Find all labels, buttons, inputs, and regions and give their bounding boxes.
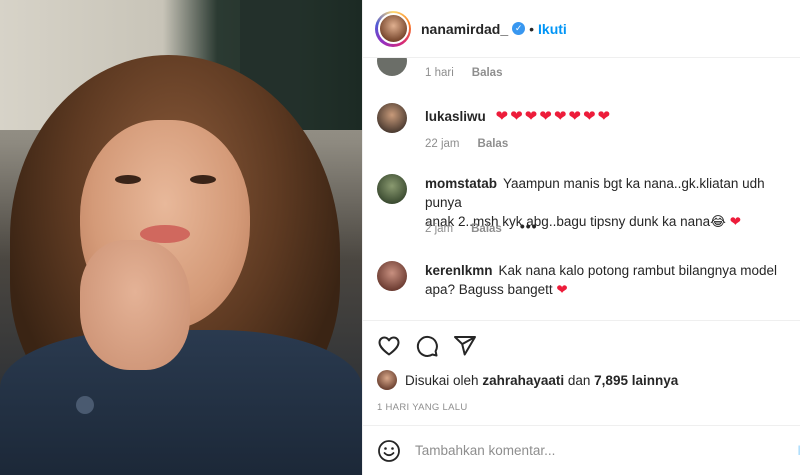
share-send-icon[interactable]: [453, 334, 477, 358]
likes-summary: Disukai oleh zahrahayaati dan 7,895 lain…: [377, 370, 678, 390]
likes-count[interactable]: 7,895 lainnya: [594, 373, 678, 388]
likes-middle: dan: [567, 372, 591, 388]
comment-text-line-1: Kak nana kalo potong rambut bilangnya mo…: [498, 263, 777, 278]
comment-time: 2 jam: [425, 223, 454, 235]
comment-meta: 1 hari Balas: [425, 67, 520, 79]
post-header: nanamirdad_ ✓ • Ikuti: [363, 0, 800, 58]
photo-eye: [190, 175, 216, 184]
author-username[interactable]: nanamirdad_: [421, 21, 508, 37]
liker-username[interactable]: zahrahayaati: [482, 373, 564, 388]
emoji-smiley-icon[interactable]: [377, 439, 401, 463]
photo-shirt-button: [76, 396, 94, 414]
likes-prefix: Disukai oleh: [405, 372, 479, 388]
heart-emoji: ❤: [556, 282, 568, 297]
comment-item: lukasliwu ❤❤❤❤❤❤❤❤: [377, 103, 787, 133]
comment-item: kerenlkmn Kak nana kalo potong rambut bil…: [377, 261, 787, 299]
more-options-icon[interactable]: •••: [520, 218, 538, 234]
liker-avatar[interactable]: [377, 370, 397, 390]
comment-time: 1 hari: [425, 67, 454, 79]
reply-button[interactable]: Balas: [472, 67, 503, 79]
post-actions: [363, 320, 800, 370]
reply-button[interactable]: Balas: [471, 223, 502, 235]
photo-shirt: [0, 330, 362, 475]
post-date[interactable]: 1 HARI YANG LALU: [377, 402, 468, 413]
comment-time: 22 jam: [425, 138, 460, 150]
heart-emoji: ❤: [729, 214, 742, 229]
post-side-panel: nanamirdad_ ✓ • Ikuti 1 hari Balas lukas…: [362, 0, 800, 475]
commenter-avatar[interactable]: [377, 174, 407, 204]
comments-list[interactable]: 1 hari Balas lukasliwu ❤❤❤❤❤❤❤❤ 22 jam B…: [363, 58, 800, 320]
header-separator: •: [529, 20, 535, 37]
commenter-avatar[interactable]: [377, 103, 407, 133]
post-photo[interactable]: [0, 0, 362, 475]
photo-hand: [80, 240, 190, 370]
comment-text: ❤❤❤❤❤❤❤❤: [495, 108, 613, 125]
author-avatar[interactable]: [375, 10, 411, 47]
follow-button[interactable]: Ikuti: [538, 21, 567, 37]
add-comment-bar: Ki: [363, 425, 800, 475]
commenter-username[interactable]: kerenlkmn: [425, 263, 493, 278]
commenter-avatar[interactable]: [377, 261, 407, 291]
comment-meta: 22 jam Balas: [425, 138, 526, 150]
comment-bubble-icon[interactable]: [415, 334, 439, 358]
verified-badge-icon: ✓: [512, 22, 526, 35]
comment-input[interactable]: [415, 443, 755, 458]
reply-button[interactable]: Balas: [478, 138, 509, 150]
commenter-username[interactable]: momstatab: [425, 176, 497, 191]
comment-text-line-2: apa? Baguss bangett: [425, 282, 553, 297]
commenter-username[interactable]: lukasliwu: [425, 109, 486, 124]
photo-eye: [115, 175, 141, 184]
like-heart-icon[interactable]: [377, 334, 401, 358]
comment-meta: 2 jam Balas •••: [425, 218, 556, 235]
commenter-avatar[interactable]: [377, 58, 407, 76]
